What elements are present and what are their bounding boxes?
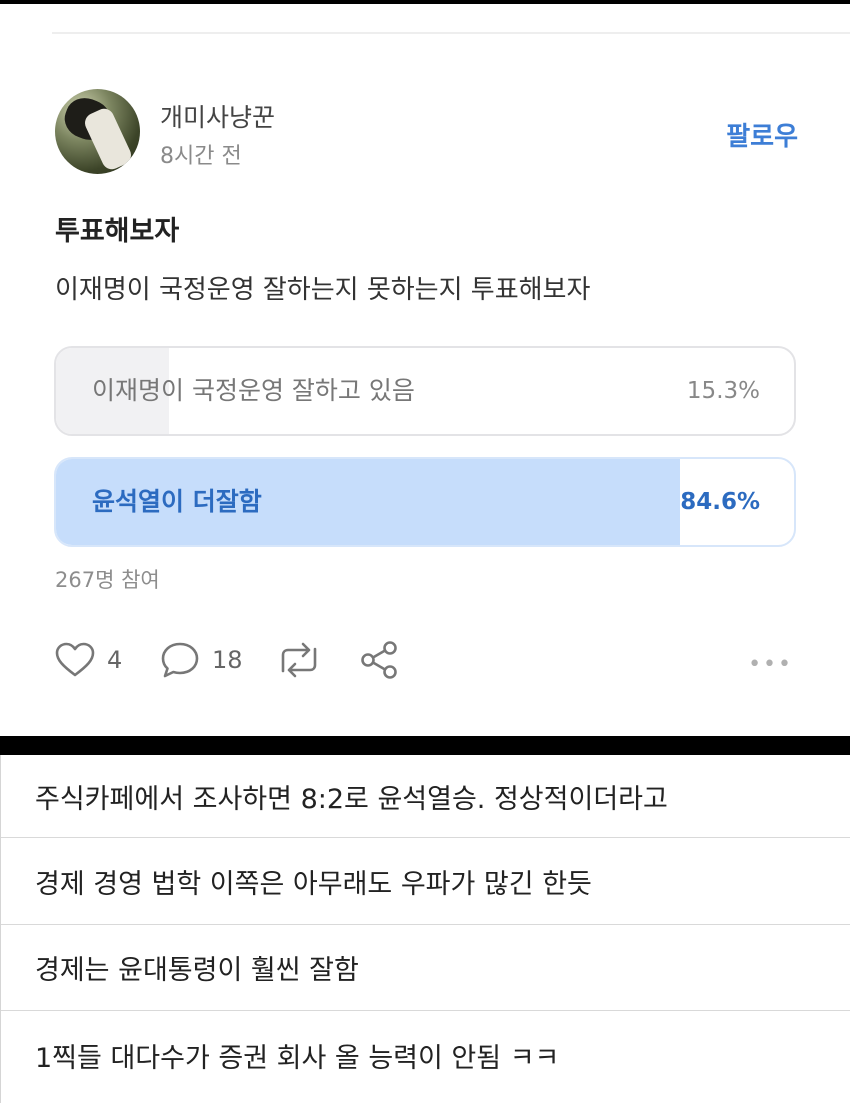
poll-option-selected[interactable]: 윤석열이 더잘함 84.6% [54, 457, 796, 547]
share-icon [358, 639, 400, 681]
poll-option[interactable]: 이재명이 국정운영 잘하고 있음 15.3% [54, 346, 796, 436]
comment-count: 18 [212, 646, 243, 674]
repost-icon [277, 641, 321, 679]
comment-button[interactable]: 18 [160, 638, 243, 682]
comment-item: 1찍들 대다수가 증권 회사 올 능력이 안됨 ㅋㅋ [35, 1042, 560, 1074]
follow-button[interactable]: 팔로우 [726, 116, 798, 153]
poll-option-percent: 15.3% [686, 378, 760, 404]
post-card: 개미사냥꾼 8시간 전 팔로우 투표해보자 이재명이 국정운영 잘하는지 못하는… [0, 4, 850, 736]
post-body: 이재명이 국정운영 잘하는지 못하는지 투표해보자 [55, 275, 591, 305]
like-count: 4 [107, 646, 123, 674]
poll-option-label: 윤석열이 더잘함 [92, 487, 262, 516]
repost-button[interactable] [277, 638, 321, 682]
more-options-button[interactable]: ••• [748, 652, 793, 677]
like-button[interactable]: 4 [55, 638, 122, 682]
divider [52, 32, 850, 34]
comment-bubble-icon [160, 641, 200, 679]
avatar[interactable] [55, 89, 140, 174]
comment-item: 주식카페에서 조사하면 8:2로 윤석열승. 정상적이더라고 [35, 783, 668, 815]
poll-participants: 267명 참여 [55, 568, 160, 592]
author-name[interactable]: 개미사냥꾼 [160, 98, 275, 134]
poll-option-percent: 84.6% [680, 489, 760, 515]
comments-panel: 주식카페에서 조사하면 8:2로 윤석열승. 정상적이더라고 경제 경영 법학 … [0, 755, 850, 1103]
post-title: 투표해보자 [55, 216, 180, 247]
poll-option-label: 이재명이 국정운영 잘하고 있음 [92, 376, 415, 405]
comment-item: 경제 경영 법학 이쪽은 아무래도 우파가 많긴 한듯 [35, 868, 592, 900]
post-timestamp: 8시간 전 [160, 144, 242, 169]
heart-icon [55, 642, 95, 678]
comment-item: 경제는 윤대통령이 훨씬 잘함 [35, 955, 359, 986]
share-button[interactable] [358, 638, 400, 682]
